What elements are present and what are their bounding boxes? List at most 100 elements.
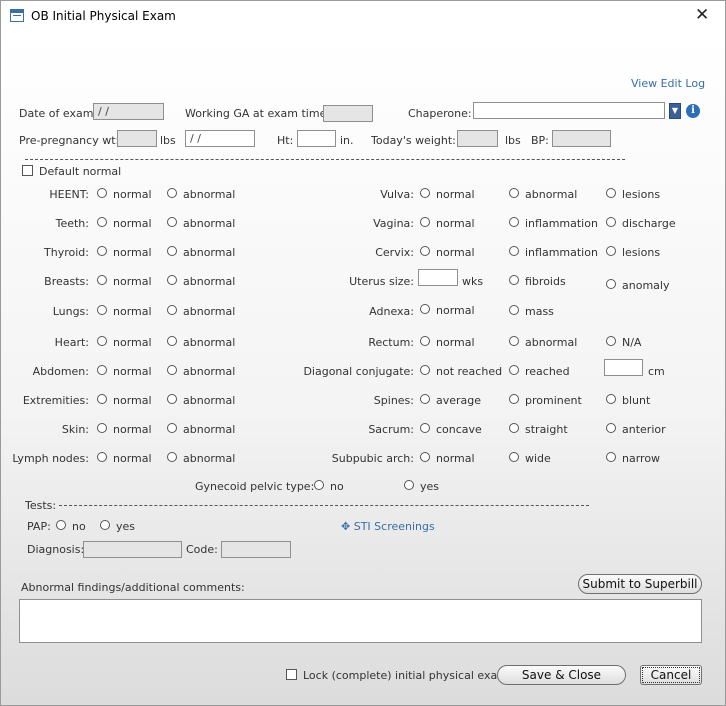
title-bar: OB Initial Physical Exam ✕ — [1, 1, 725, 33]
pre-pregnancy-wt-label: Pre-pregnancy wt: — [19, 134, 120, 147]
cervix-inflammation-radio[interactable] — [509, 246, 519, 256]
breasts-normal-radio[interactable] — [97, 275, 107, 285]
spines-average-radio[interactable] — [420, 394, 430, 404]
extremities-normal-radio[interactable] — [97, 394, 107, 404]
abdomen-normal-label: normal — [113, 365, 152, 378]
teeth-normal-label: normal — [113, 217, 152, 230]
heent-abnormal-radio[interactable] — [167, 188, 177, 198]
gynecoid-no-radio[interactable] — [314, 480, 324, 490]
diagonal-conjugate-field[interactable] — [604, 359, 643, 376]
diagonal-not-reached-radio[interactable] — [420, 365, 430, 375]
adnexa-mass-label: mass — [525, 305, 554, 318]
subpubic-wide-radio[interactable] — [509, 452, 519, 462]
adnexa-normal-radio[interactable] — [420, 304, 430, 314]
submit-to-superbill-button[interactable]: Submit to Superbill — [578, 574, 702, 594]
lymph-nodes-normal-radio[interactable] — [97, 452, 107, 462]
chaperone-select[interactable] — [473, 102, 665, 119]
uterus-size-field[interactable] — [418, 269, 458, 286]
default-normal-label: Default normal — [39, 165, 122, 178]
diagonal-reached-radio[interactable] — [509, 365, 519, 375]
rectum-normal-radio[interactable] — [420, 336, 430, 346]
heart-abnormal-label: abnormal — [183, 336, 236, 349]
pap-yes-label: yes — [116, 520, 136, 533]
breasts-abnormal-radio[interactable] — [167, 275, 177, 285]
sacrum-straight-radio[interactable] — [509, 423, 519, 433]
spines-blunt-radio[interactable] — [606, 394, 616, 404]
todays-weight-field[interactable] — [457, 130, 498, 147]
lymph-nodes-abnormal-radio[interactable] — [167, 452, 177, 462]
date-of-exam-label: Date of exam: — [19, 107, 98, 120]
uterus-anomaly-radio[interactable] — [606, 279, 616, 289]
skin-abnormal-radio[interactable] — [167, 423, 177, 433]
vagina-normal-radio[interactable] — [420, 217, 430, 227]
save-close-button[interactable]: Save & Close — [497, 665, 626, 685]
diagnosis-field[interactable] — [83, 541, 182, 558]
thyroid-normal-radio[interactable] — [97, 246, 107, 256]
info-icon[interactable]: i — [686, 104, 700, 118]
heart-normal-label: normal — [113, 336, 152, 349]
vagina-inflammation-label: inflammation — [525, 217, 598, 230]
code-field[interactable] — [221, 541, 291, 558]
rectum-na-radio[interactable] — [606, 336, 616, 346]
extremities-abnormal-label: abnormal — [183, 394, 236, 407]
thyroid-abnormal-radio[interactable] — [167, 246, 177, 256]
close-icon[interactable]: ✕ — [695, 5, 709, 25]
rectum-abnormal-radio[interactable] — [509, 336, 519, 346]
skin-normal-radio[interactable] — [97, 423, 107, 433]
sacrum-straight-label: straight — [525, 423, 568, 436]
subpubic-wide-label: wide — [525, 452, 551, 465]
vulva-lesions-label: lesions — [622, 188, 661, 201]
skin-normal-label: normal — [113, 423, 152, 436]
chaperone-label: Chaperone: — [408, 107, 472, 120]
uterus-fibroids-radio[interactable] — [509, 275, 519, 285]
skin-abnormal-label: abnormal — [183, 423, 236, 436]
working-ga-field[interactable] — [323, 105, 373, 122]
sacrum-concave-radio[interactable] — [420, 423, 430, 433]
bp-field[interactable] — [552, 130, 611, 147]
uterus-fibroids-label: fibroids — [525, 275, 566, 288]
in-unit: in. — [340, 134, 354, 147]
comments-textarea[interactable] — [19, 599, 702, 643]
default-normal-checkbox[interactable] — [22, 165, 33, 176]
view-edit-log-link[interactable]: View Edit Log — [631, 77, 705, 90]
vulva-lesions-radio[interactable] — [606, 188, 616, 198]
spines-label: Spines: — [373, 394, 414, 407]
chevron-down-icon[interactable]: ▼ — [669, 103, 681, 119]
vagina-discharge-radio[interactable] — [606, 217, 616, 227]
lbs-unit: lbs — [505, 134, 521, 147]
teeth-normal-radio[interactable] — [97, 217, 107, 227]
lungs-abnormal-radio[interactable] — [167, 305, 177, 315]
vulva-abnormal-radio[interactable] — [509, 188, 519, 198]
pre-pregnancy-wt-field[interactable] — [117, 130, 157, 147]
sacrum-anterior-radio[interactable] — [606, 423, 616, 433]
sti-screenings-link[interactable]: ✥ STI Screenings — [341, 520, 435, 533]
date-of-exam-field[interactable]: / / — [93, 103, 164, 120]
vagina-inflammation-radio[interactable] — [509, 217, 519, 227]
teeth-abnormal-radio[interactable] — [167, 217, 177, 227]
abdomen-abnormal-radio[interactable] — [167, 365, 177, 375]
heent-normal-radio[interactable] — [97, 188, 107, 198]
pap-no-radio[interactable] — [56, 520, 66, 530]
spines-prominent-radio[interactable] — [509, 394, 519, 404]
adnexa-mass-radio[interactable] — [509, 305, 519, 315]
abdomen-normal-radio[interactable] — [97, 365, 107, 375]
vagina-normal-label: normal — [436, 217, 475, 230]
pre-pregnancy-date-field[interactable]: / / — [185, 130, 255, 147]
cervix-normal-radio[interactable] — [420, 246, 430, 256]
cervix-lesions-radio[interactable] — [606, 246, 616, 256]
subpubic-normal-radio[interactable] — [420, 452, 430, 462]
rectum-na-label: N/A — [622, 336, 642, 349]
lungs-normal-radio[interactable] — [97, 305, 107, 315]
lock-exam-checkbox[interactable] — [286, 669, 297, 680]
subpubic-narrow-radio[interactable] — [606, 452, 616, 462]
pap-yes-radio[interactable] — [100, 520, 110, 530]
cancel-button[interactable]: Cancel — [640, 665, 702, 685]
vulva-normal-radio[interactable] — [420, 188, 430, 198]
skin-label: Skin: — [61, 423, 89, 436]
extremities-abnormal-radio[interactable] — [167, 394, 177, 404]
diagonal-not-reached-label: not reached — [436, 365, 503, 378]
height-field[interactable] — [297, 130, 336, 147]
gynecoid-yes-radio[interactable] — [404, 480, 414, 490]
heart-abnormal-radio[interactable] — [167, 336, 177, 346]
heart-normal-radio[interactable] — [97, 336, 107, 346]
